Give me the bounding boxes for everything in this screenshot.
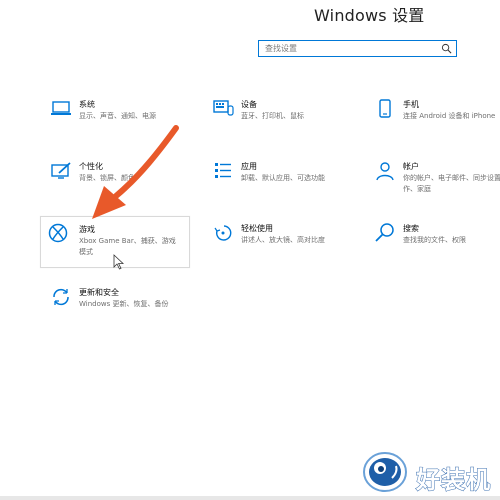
laptop-icon	[51, 101, 71, 115]
tile-name: 游戏	[79, 225, 95, 234]
tile-desc: 连接 Android 设备和 iPhone	[403, 112, 496, 120]
bottom-divider	[0, 496, 500, 500]
accessibility-icon	[214, 225, 232, 241]
personalization-icon	[51, 162, 71, 179]
apps-list-icon	[215, 163, 231, 178]
tile-name: 搜索	[403, 224, 419, 233]
tile-name: 系统	[79, 100, 95, 109]
tile-name: 帐户	[403, 162, 419, 171]
mouse-cursor-icon	[113, 254, 125, 270]
tile-name: 设备	[241, 100, 257, 109]
tile-personalization[interactable]: 个性化 背景、锁屏、颜色	[42, 160, 192, 210]
tile-desc: 你的帐户、电子邮件、同步设置、工作、家庭	[403, 174, 500, 193]
page-title: Windows 设置	[314, 6, 425, 25]
tile-desc: Xbox Game Bar、捕获、游戏模式	[79, 237, 176, 256]
watermark-logo-icon	[363, 452, 407, 492]
tile-name: 更新和安全	[79, 288, 119, 297]
tile-desc: 背景、锁屏、颜色	[79, 174, 135, 182]
tile-search[interactable]: 搜索 查找我的文件、权限	[366, 222, 500, 272]
search-icon[interactable]	[441, 43, 452, 54]
phone-icon	[379, 99, 391, 118]
tile-desc: 显示、声音、通知、电源	[79, 112, 156, 120]
tile-devices[interactable]: 设备 蓝牙、打印机、鼠标	[204, 98, 354, 148]
tile-name: 应用	[241, 162, 257, 171]
watermark-text: 好装机	[416, 466, 491, 495]
search-box[interactable]: 查找设置	[258, 40, 457, 57]
tile-system[interactable]: 系统 显示、声音、通知、电源	[42, 98, 192, 148]
tile-ease-of-access[interactable]: 轻松使用 讲述人、放大镜、高对比度	[204, 222, 354, 272]
tile-desc: 讲述人、放大镜、高对比度	[241, 236, 325, 244]
tile-desc: 查找我的文件、权限	[403, 236, 466, 244]
update-sync-icon	[53, 288, 69, 306]
xbox-icon	[48, 223, 68, 243]
tile-apps[interactable]: 应用 卸载、默认应用、可选功能	[204, 160, 354, 210]
tile-accounts[interactable]: 帐户 你的帐户、电子邮件、同步设置、工作、家庭	[366, 160, 500, 210]
tile-phone[interactable]: 手机 连接 Android 设备和 iPhone	[366, 98, 500, 148]
tile-desc: 卸载、默认应用、可选功能	[241, 174, 325, 182]
tile-name: 手机	[403, 100, 419, 109]
person-icon	[376, 162, 394, 181]
devices-icon	[213, 100, 234, 116]
tile-desc: Windows 更新、恢复、备份	[79, 300, 169, 308]
watermark: 好装机	[360, 448, 500, 496]
tile-name: 轻松使用	[241, 224, 273, 233]
tile-name: 个性化	[79, 162, 103, 171]
search-magnifier-icon	[375, 223, 394, 242]
tile-update-security[interactable]: 更新和安全 Windows 更新、恢复、备份	[42, 286, 192, 336]
tile-desc: 蓝牙、打印机、鼠标	[241, 112, 304, 120]
search-input[interactable]: 查找设置	[265, 43, 297, 54]
